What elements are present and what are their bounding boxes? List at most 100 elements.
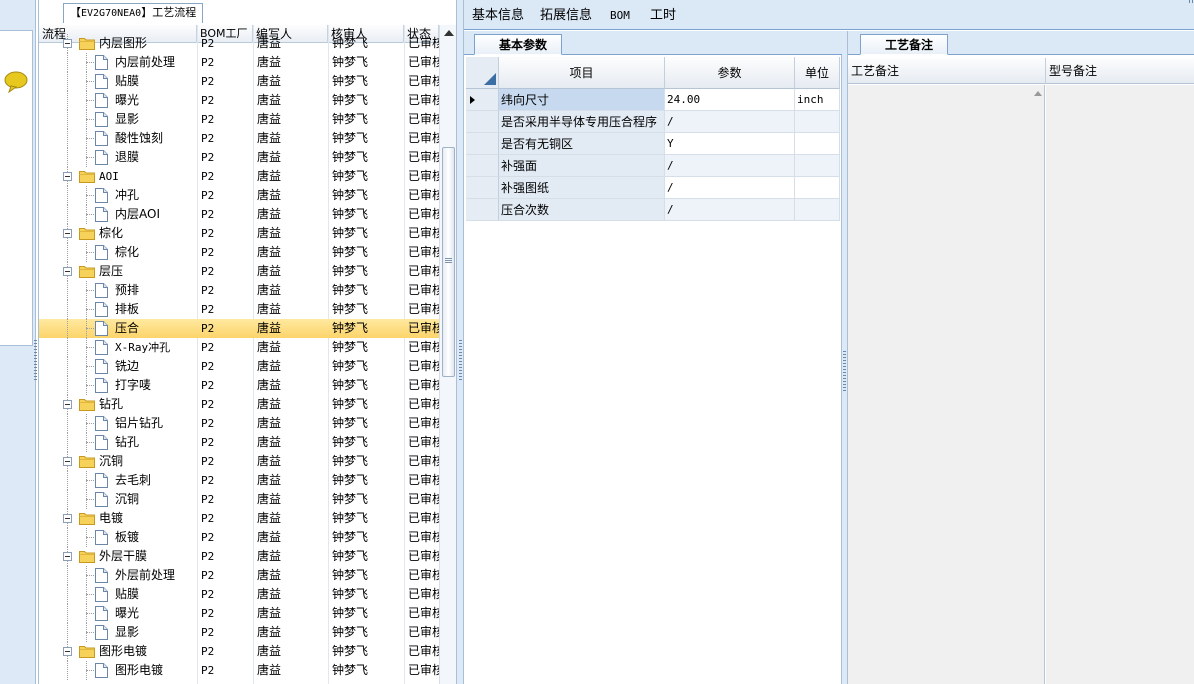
tree-row[interactable]: 层压 P2 唐益 钟梦飞 已审核 <box>39 262 439 281</box>
checker-cell: 钟梦飞 <box>332 492 369 506</box>
tree-row[interactable]: 预排 P2 唐益 钟梦飞 已审核 <box>39 281 439 300</box>
param-row[interactable]: 补强图纸 / <box>466 177 840 199</box>
notes-scroll-up-icon[interactable] <box>1034 91 1042 96</box>
collapse-toggle-icon[interactable] <box>63 172 72 181</box>
collapse-toggle-icon[interactable] <box>63 457 72 466</box>
tree-row[interactable]: 退膜 P2 唐益 钟梦飞 已审核 <box>39 148 439 167</box>
vertical-splitter[interactable] <box>456 0 464 684</box>
tree-row[interactable]: 图形电镀 P2 唐益 钟梦飞 已审核 <box>39 642 439 661</box>
bom-factory-cell: P2 <box>201 398 215 411</box>
tab-process-notes[interactable]: 工艺备注 <box>860 34 949 55</box>
writer-cell: 唐益 <box>257 435 282 449</box>
tab-bom[interactable]: BOM <box>604 4 636 28</box>
model-notes-text[interactable] <box>1046 85 1194 684</box>
process-notes-text[interactable] <box>848 85 1045 684</box>
tree-row[interactable]: 内层前处理 P2 唐益 钟梦飞 已审核 <box>39 53 439 72</box>
collapse-toggle-icon[interactable] <box>63 39 72 48</box>
col-header-process-notes[interactable]: 工艺备注 <box>848 58 1046 84</box>
tree-row[interactable]: 棕化 P2 唐益 钟梦飞 已审核 <box>39 243 439 262</box>
param-unit-cell[interactable] <box>795 111 840 133</box>
tree-row[interactable]: 外层前处理 P2 唐益 钟梦飞 已审核 <box>39 566 439 585</box>
row-indicator[interactable] <box>466 155 499 177</box>
row-indicator[interactable] <box>466 199 499 221</box>
top-splitter-grip[interactable] <box>1189 0 1194 3</box>
tree-row[interactable]: 外层干膜 P2 唐益 钟梦飞 已审核 <box>39 547 439 566</box>
tree-row[interactable]: 贴膜 P2 唐益 钟梦飞 已审核 <box>39 72 439 91</box>
col-header-model-notes[interactable]: 型号备注 <box>1046 58 1194 84</box>
bom-factory-cell: P2 <box>201 208 215 221</box>
tree-row[interactable]: 钻孔 P2 唐益 钟梦飞 已审核 <box>39 395 439 414</box>
col-header-unit[interactable]: 单位 <box>795 57 840 89</box>
tab-basic-info[interactable]: 基本信息 <box>466 4 530 28</box>
tree-row[interactable]: 棕化 P2 唐益 钟梦飞 已审核 <box>39 224 439 243</box>
tree-row[interactable]: 内层图形 P2 唐益 钟梦飞 已审核 <box>39 34 439 53</box>
tree-row[interactable]: 铝片钻孔 P2 唐益 钟梦飞 已审核 <box>39 414 439 433</box>
tree-row[interactable]: 打字唛 P2 唐益 钟梦飞 已审核 <box>39 376 439 395</box>
bom-factory-cell: P2 <box>201 512 215 525</box>
row-indicator[interactable] <box>466 89 499 111</box>
tree-row[interactable]: 酸性蚀刻 P2 唐益 钟梦飞 已审核 <box>39 129 439 148</box>
col-header-item[interactable]: 项目 <box>499 57 665 89</box>
collapse-toggle-icon[interactable] <box>63 514 72 523</box>
param-value-cell[interactable]: / <box>665 111 795 133</box>
param-unit-cell[interactable] <box>795 177 840 199</box>
collapse-toggle-icon[interactable] <box>63 267 72 276</box>
param-unit-cell[interactable] <box>795 155 840 177</box>
collapse-toggle-icon[interactable] <box>63 400 72 409</box>
bom-factory-cell: P2 <box>201 550 215 563</box>
writer-cell: 唐益 <box>257 74 282 88</box>
param-row[interactable]: 是否采用半导体专用压合程序 / <box>466 111 840 133</box>
param-unit-cell[interactable]: inch <box>795 89 840 111</box>
collapse-toggle-icon[interactable] <box>63 647 72 656</box>
tree-row[interactable]: 冲孔 P2 唐益 钟梦飞 已审核 <box>39 186 439 205</box>
param-row[interactable]: 补强面 / <box>466 155 840 177</box>
status-cell: 已审核 <box>408 302 439 316</box>
param-row[interactable]: 是否有无铜区 Y <box>466 133 840 155</box>
row-indicator[interactable] <box>466 133 499 155</box>
row-indicator[interactable] <box>466 111 499 133</box>
param-row[interactable]: 压合次数 / <box>466 199 840 221</box>
col-header-value[interactable]: 参数 <box>665 57 795 89</box>
tree-row[interactable]: 压合 P2 唐益 钟梦飞 已审核 <box>39 319 439 338</box>
scroll-thumb[interactable] <box>442 147 455 377</box>
param-unit-cell[interactable] <box>795 199 840 221</box>
chat-bubble-icon[interactable] <box>3 71 29 93</box>
tree-row[interactable]: 去毛刺 P2 唐益 钟梦飞 已审核 <box>39 471 439 490</box>
tree-row[interactable]: AOI P2 唐益 钟梦飞 已审核 <box>39 167 439 186</box>
tree-node-label: 沉铜 <box>99 454 124 468</box>
tree-vertical-scrollbar[interactable] <box>439 25 457 684</box>
tree-row[interactable]: 曝光 P2 唐益 钟梦飞 已审核 <box>39 604 439 623</box>
tree-row[interactable]: 内层AOI P2 唐益 钟梦飞 已审核 <box>39 205 439 224</box>
tree-row[interactable]: 沉铜 P2 唐益 钟梦飞 已审核 <box>39 490 439 509</box>
collapse-toggle-icon[interactable] <box>63 229 72 238</box>
tree-row[interactable]: 排板 P2 唐益 钟梦飞 已审核 <box>39 300 439 319</box>
scroll-up-arrow-icon[interactable] <box>444 30 454 36</box>
tree-row[interactable]: 显影 P2 唐益 钟梦飞 已审核 <box>39 110 439 129</box>
tree-row[interactable]: 钻孔 P2 唐益 钟梦飞 已审核 <box>39 433 439 452</box>
collapse-toggle-icon[interactable] <box>63 552 72 561</box>
left-splitter-grip[interactable] <box>34 340 37 380</box>
tree-row[interactable]: 铣边 P2 唐益 钟梦飞 已审核 <box>39 357 439 376</box>
tree-row[interactable]: 板镀 P2 唐益 钟梦飞 已审核 <box>39 528 439 547</box>
tab-extended-info[interactable]: 拓展信息 <box>534 4 598 28</box>
param-value-cell[interactable]: / <box>665 155 795 177</box>
tree-row[interactable]: 显影 P2 唐益 钟梦飞 已审核 <box>39 623 439 642</box>
param-value-cell[interactable]: 24.00 <box>665 89 795 111</box>
param-row[interactable]: 纬向尺寸 24.00 inch <box>466 89 840 111</box>
tree-row[interactable]: 曝光 P2 唐益 钟梦飞 已审核 <box>39 91 439 110</box>
grid-corner[interactable] <box>466 57 499 89</box>
checker-cell: 钟梦飞 <box>332 207 369 221</box>
tab-basic-params[interactable]: 基本参数 <box>474 34 563 55</box>
status-cell: 已审核 <box>408 264 439 278</box>
param-value-cell[interactable]: / <box>665 199 795 221</box>
tree-row[interactable]: X-Ray冲孔 P2 唐益 钟梦飞 已审核 <box>39 338 439 357</box>
param-value-cell[interactable]: / <box>665 177 795 199</box>
tree-row[interactable]: 贴膜 P2 唐益 钟梦飞 已审核 <box>39 585 439 604</box>
param-unit-cell[interactable] <box>795 133 840 155</box>
param-value-cell[interactable]: Y <box>665 133 795 155</box>
tree-row[interactable]: 沉铜 P2 唐益 钟梦飞 已审核 <box>39 452 439 471</box>
tab-work-hours[interactable]: 工时 <box>644 4 682 28</box>
tree-row[interactable]: 电镀 P2 唐益 钟梦飞 已审核 <box>39 509 439 528</box>
row-indicator[interactable] <box>466 177 499 199</box>
tree-row[interactable]: 图形电镀 P2 唐益 钟梦飞 已审核 <box>39 661 439 680</box>
